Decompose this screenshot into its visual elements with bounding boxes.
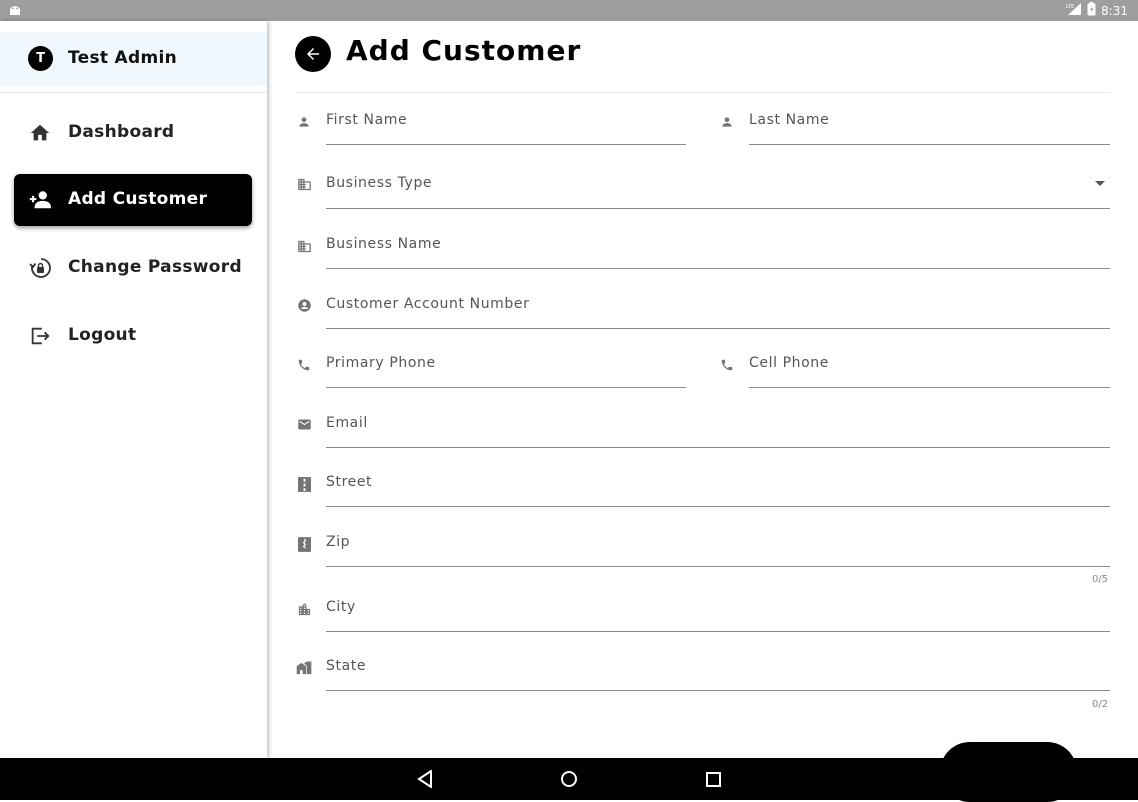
- city-field: [295, 582, 1110, 632]
- account-number-input[interactable]: [326, 279, 1110, 329]
- sidebar-item-label: Add Customer: [68, 189, 208, 209]
- street-input[interactable]: [326, 457, 1110, 507]
- business-name-field: [295, 219, 1110, 269]
- account-number-field: [295, 279, 1110, 329]
- nav-recents-icon[interactable]: [703, 769, 723, 789]
- cell-phone-input[interactable]: [749, 338, 1110, 388]
- status-bar: LTE 8:31: [0, 0, 1138, 21]
- business-type-input[interactable]: [326, 157, 1110, 209]
- title-divider: [295, 92, 1110, 93]
- zip-input[interactable]: [326, 517, 1110, 567]
- city-icon: [295, 600, 313, 618]
- business-name-input[interactable]: [326, 219, 1110, 269]
- street-icon: [295, 475, 313, 493]
- business-icon: [295, 175, 313, 193]
- primary-phone-field: [295, 338, 686, 388]
- person-icon: [718, 113, 736, 131]
- email-icon: [295, 415, 313, 433]
- signal-icon: LTE: [1066, 2, 1082, 19]
- phone-icon: [295, 356, 313, 374]
- drawer-divider: [0, 92, 267, 93]
- state-icon: [295, 658, 313, 676]
- sidebar-item-add-customer[interactable]: Add Customer: [14, 174, 252, 226]
- person-add-icon: [28, 188, 52, 212]
- zip-icon: [295, 535, 313, 553]
- sidebar-item-label: Logout: [68, 325, 137, 345]
- primary-phone-input[interactable]: [326, 338, 686, 388]
- zip-field: [295, 517, 1110, 567]
- first-name-input[interactable]: [326, 95, 686, 145]
- drawer-user-header: T Test Admin: [0, 32, 267, 86]
- nav-home-icon[interactable]: [559, 769, 579, 789]
- avatar: T: [28, 46, 53, 71]
- network-label: LTE: [1066, 4, 1074, 10]
- battery-icon: [1087, 2, 1096, 19]
- nav-back-icon[interactable]: [415, 769, 435, 789]
- last-name-input[interactable]: [749, 95, 1110, 145]
- business-type-select[interactable]: [295, 157, 1110, 209]
- city-input[interactable]: [326, 582, 1110, 632]
- sidebar-item-logout[interactable]: Logout: [14, 310, 252, 362]
- navigation-drawer: T Test Admin Dashboard Add Customer Chan…: [0, 21, 267, 758]
- phone-icon: [718, 356, 736, 374]
- sidebar-item-label: Dashboard: [68, 122, 175, 142]
- street-field: [295, 457, 1110, 507]
- user-name: Test Admin: [68, 48, 178, 68]
- email-field: [295, 398, 1110, 448]
- cell-phone-field: [718, 338, 1110, 388]
- android-icon: [8, 3, 22, 20]
- home-icon: [28, 121, 52, 145]
- page-title: Add Customer: [346, 34, 582, 67]
- main-content: Add Customer First Name Last Name Busine…: [267, 21, 1138, 802]
- sidebar-item-dashboard[interactable]: Dashboard: [14, 107, 252, 159]
- person-icon: [295, 113, 313, 131]
- back-button[interactable]: [295, 36, 331, 72]
- last-name-field: [718, 95, 1110, 145]
- email-input[interactable]: [326, 398, 1110, 448]
- state-input[interactable]: [326, 641, 1110, 691]
- sidebar-item-label: Change Password: [68, 257, 242, 277]
- logout-icon: [28, 324, 52, 348]
- state-char-counter: 0/2: [1092, 699, 1109, 710]
- state-field: [295, 641, 1110, 691]
- arrow-back-icon: [307, 48, 319, 60]
- first-name-field: [295, 95, 686, 145]
- chevron-down-icon[interactable]: [1095, 181, 1105, 186]
- lock-reset-icon: [28, 256, 52, 280]
- account-circle-icon: [295, 296, 313, 314]
- business-icon: [295, 237, 313, 255]
- status-time: 8:31: [1101, 3, 1128, 18]
- system-nav-bar: [0, 758, 1138, 800]
- sidebar-item-change-password[interactable]: Change Password: [14, 242, 252, 294]
